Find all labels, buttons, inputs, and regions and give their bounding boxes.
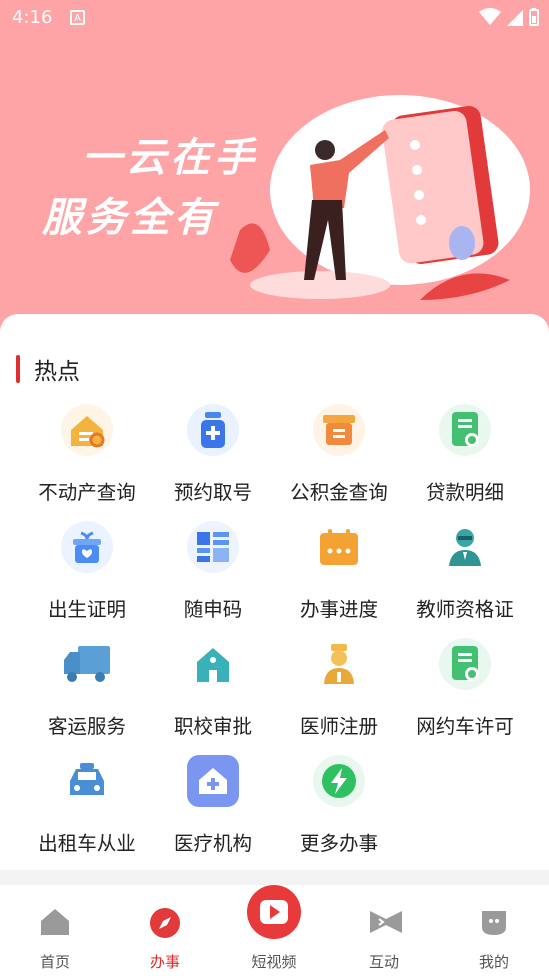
lightning-icon: [313, 755, 365, 807]
notification-icon: A: [70, 10, 85, 25]
teacher-icon: [439, 521, 491, 573]
taxi-icon: [61, 755, 113, 807]
section-title: 热点: [34, 359, 80, 385]
truck-icon: [61, 638, 113, 690]
home-icon: [41, 909, 69, 935]
service-item[interactable]: 职校审批: [148, 638, 278, 739]
service-item[interactable]: 客运服务: [22, 638, 152, 739]
service-item[interactable]: 出生证明: [22, 521, 152, 622]
banner-headline-1: 一云在手: [82, 135, 258, 181]
tab-label: 办事: [149, 953, 180, 971]
service-item[interactable]: 不动产查询: [22, 404, 152, 505]
service-label: 医疗机构: [173, 832, 252, 855]
tab-label: 首页: [39, 953, 70, 971]
service-item[interactable]: 贷款明细: [400, 404, 530, 505]
service-item[interactable]: 办事进度: [274, 521, 404, 622]
service-label: 职校审批: [173, 715, 252, 738]
service-item[interactable]: 预约取号: [148, 404, 278, 505]
gift-heart-icon: [61, 521, 113, 573]
service-item[interactable]: 随申码: [148, 521, 278, 622]
license-document-icon: [439, 638, 491, 690]
profile-icon: [482, 911, 506, 935]
service-label: 出租车从业: [38, 832, 136, 855]
service-label: 预约取号: [173, 481, 252, 504]
service-item[interactable]: 网约车许可: [400, 638, 530, 739]
service-item[interactable]: 出租车从业: [22, 755, 152, 856]
compass-icon: [150, 908, 180, 938]
house-search-icon: [61, 404, 113, 456]
hospital-icon: [187, 755, 239, 807]
service-label: 客运服务: [47, 715, 126, 738]
section-accent-bar: [16, 355, 20, 383]
calendar-icon: [313, 521, 365, 573]
tab-label: 互动: [368, 953, 399, 971]
service-label: 医师注册: [299, 715, 378, 738]
bottom-tab-bar: 首页 办事 短视频 互动 我的: [0, 885, 549, 976]
tab-label: 我的: [478, 953, 509, 971]
service-item[interactable]: 医疗机构: [148, 755, 278, 856]
wifi-icon: [479, 8, 501, 25]
service-item[interactable]: 更多办事: [274, 755, 404, 856]
service-label: 公积金查询: [290, 481, 388, 504]
status-bar: 4:16 A: [0, 0, 549, 36]
service-label: 更多办事: [299, 832, 378, 855]
document-badge-icon: [439, 404, 491, 456]
fund-box-icon: [313, 404, 365, 456]
service-label: 不动产查询: [38, 481, 136, 504]
signal-icon: [507, 10, 523, 26]
hero-banner[interactable]: 一云在手 服务全有: [0, 0, 549, 340]
code-grid-icon: [187, 521, 239, 573]
service-label: 随申码: [183, 598, 243, 621]
service-item[interactable]: 公积金查询: [274, 404, 404, 505]
service-label: 出生证明: [47, 598, 126, 621]
school-building-icon: [187, 638, 239, 690]
service-label: 网约车许可: [416, 715, 514, 738]
status-time: 4:16: [12, 7, 53, 28]
service-item[interactable]: 医师注册: [274, 638, 404, 739]
section-hot: 热点: [16, 352, 80, 386]
service-item[interactable]: 教师资格证: [400, 521, 530, 622]
medicine-bottle-icon: [187, 404, 239, 456]
banner-headline-2: 服务全有: [42, 195, 218, 241]
interact-icon: [370, 911, 402, 933]
battery-icon: [529, 8, 539, 26]
service-label: 教师资格证: [416, 598, 514, 621]
play-icon: [247, 885, 301, 939]
doctor-icon: [313, 638, 365, 690]
service-label: 贷款明细: [425, 481, 504, 504]
tab-label: 短视频: [251, 953, 297, 971]
service-label: 办事进度: [299, 598, 378, 621]
